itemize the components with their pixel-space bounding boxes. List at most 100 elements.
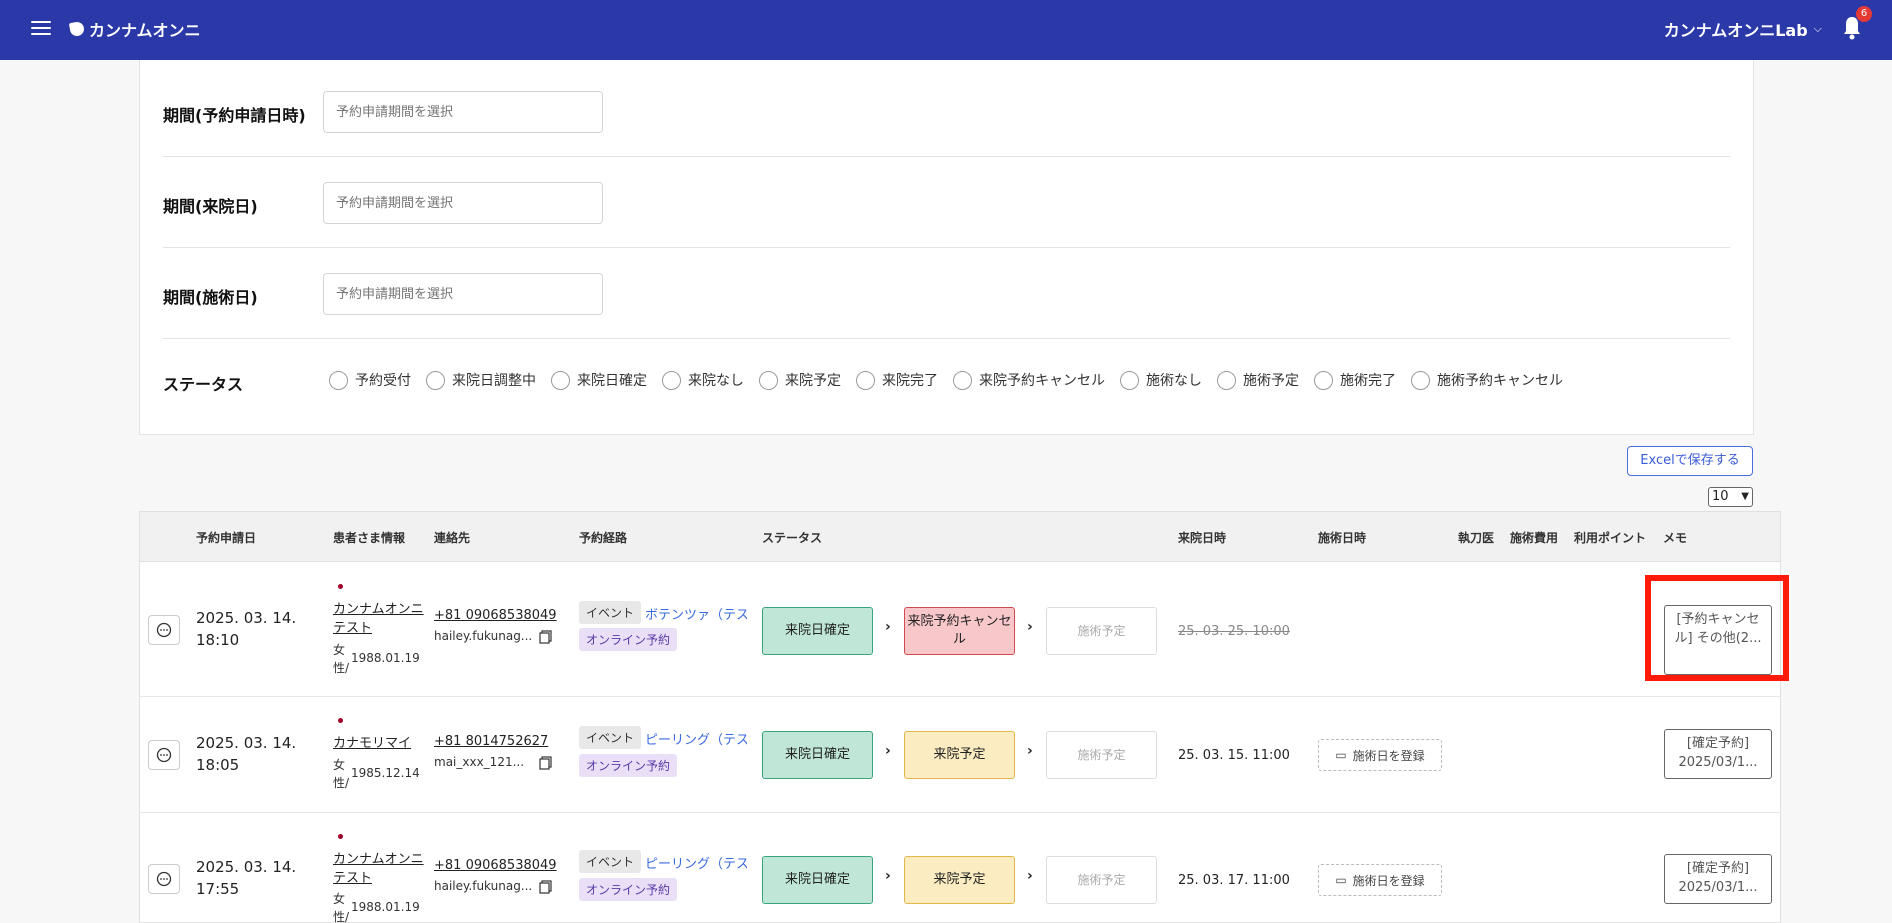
phone-link[interactable]: +81 09068538049 [434,608,557,623]
column-header: 利用ポイント [1574,531,1647,545]
status-option[interactable]: 来院完了 [856,370,938,390]
radio-button[interactable] [662,370,681,390]
app-logo[interactable]: カンナムオンニ [68,17,201,41]
status-visit-scheduled[interactable]: 来院予定 [904,856,1015,904]
status-visit-scheduled[interactable]: 来院予定 [904,731,1015,779]
status-option-label: 来院なし [688,373,744,389]
status-option[interactable]: 来院日確定 [551,370,647,390]
radio-button[interactable] [759,370,778,390]
register-treatment-date-button[interactable]: ▭ 施術日を登録 [1318,864,1442,896]
status-treatment-scheduled[interactable]: 施術予定 [1046,856,1157,904]
radio-button[interactable] [953,370,972,390]
route-link[interactable]: ピーリング（テスト [645,729,747,748]
chat-icon[interactable] [148,864,180,894]
status-option[interactable]: 施術予約キャンセル [1411,370,1563,390]
status-option[interactable]: 来院日調整中 [426,370,536,390]
column-header: 連絡先 [434,531,471,545]
radio-button[interactable] [856,370,875,390]
table-row: 2025. 03. 14. 17:55 カンナムオンニテスト 女性/ 1988.0… [140,813,1780,923]
column-header: 患者さま情報 [333,531,406,545]
register-treatment-date-button[interactable]: ▭ 施術日を登録 [1318,739,1442,771]
status-treatment-scheduled[interactable]: 施術予定 [1046,607,1157,655]
radio-button[interactable] [551,370,570,390]
status-option[interactable]: 施術予定 [1217,370,1299,390]
request-date: 2025. 03. 14. 17:55 [196,856,306,900]
status-option[interactable]: 来院予定 [759,370,841,390]
filter-row-treatment-period: 期間(施術日) [163,247,1730,339]
menu-icon[interactable] [31,18,51,36]
patient-sex: 女性/ [333,643,350,675]
reservation-table: 予約申請日 患者さま情報 連絡先 予約経路 ステータス 来院日時 施術日時 執刀… [139,511,1781,923]
column-header: 施術日時 [1318,531,1367,545]
status-visit-confirmed[interactable]: 来院日確定 [762,856,873,904]
treatment-period-input[interactable] [323,273,603,315]
page-size-select[interactable]: 10 ▼ [1708,487,1753,507]
copy-icon[interactable] [539,756,552,770]
patient-name-link[interactable]: カナモリマイ [333,734,428,753]
event-tag: イベント [579,850,642,873]
chevron-right-icon: › [1027,743,1033,759]
status-dot [338,834,343,839]
request-period-input[interactable] [323,91,603,133]
status-option[interactable]: 来院なし [662,370,744,390]
patient-name-link[interactable]: カンナムオンニテスト [333,850,428,888]
top-bar: カンナムオンニ カンナムオンニLab ⌵ 6 [0,0,1892,60]
status-option-label: 施術予約キャンセル [1437,373,1563,389]
visit-datetime: 25. 03. 17. 11:00 [1178,873,1290,888]
patient-birthdate: 1988.01.19 [351,651,420,665]
route-link[interactable]: ピーリング（テスト [645,853,747,872]
phone-link[interactable]: +81 09068538049 [434,858,557,873]
radio-button[interactable] [1120,370,1139,390]
chat-icon[interactable] [148,740,180,770]
radio-button[interactable] [1411,370,1430,390]
patient-name-link[interactable]: カンナムオンニテスト [333,600,428,638]
status-option[interactable]: 施術なし [1120,370,1202,390]
memo-button[interactable]: [確定予約] 2025/03/1... [1664,729,1772,779]
status-option-label: 来院日確定 [577,373,647,389]
request-date-line: 2025. 03. 14. [196,858,297,876]
status-option[interactable]: 施術完了 [1314,370,1396,390]
status-option[interactable]: 来院予約キャンセル [953,370,1105,390]
status-filter-label: ステータス [163,375,244,394]
copy-icon[interactable] [539,630,552,644]
status-visit-confirmed[interactable]: 来院日確定 [762,607,873,655]
radio-button[interactable] [1217,370,1236,390]
status-option-label: 来院日調整中 [452,373,536,389]
filter-row-visit-period: 期間(来院日) [163,156,1730,248]
event-tag: イベント [579,601,642,624]
column-header: 予約経路 [579,531,628,545]
status-dot [338,718,343,723]
online-reservation-tag: オンライン予約 [579,628,678,651]
copy-icon[interactable] [539,880,552,894]
memo-button[interactable]: [確定予約] 2025/03/1... [1664,854,1772,904]
online-reservation-tag: オンライン予約 [579,878,678,901]
memo-button[interactable]: [予約キャンセル] その他(2... [1664,605,1772,675]
radio-button[interactable] [329,370,348,390]
phone-link[interactable]: +81 8014752627 [434,734,548,749]
email-text: hailey.fukunag... [434,629,533,643]
chat-icon[interactable] [148,615,180,645]
chevron-down-icon: ▼ [1741,491,1749,502]
account-menu[interactable]: カンナムオンニLab ⌵ [1664,17,1822,41]
radio-button[interactable] [426,370,445,390]
notification-count-badge: 6 [1856,6,1872,22]
route-link[interactable]: ボテンツァ（テスト [645,604,747,623]
online-reservation-tag: オンライン予約 [579,754,678,777]
column-header: ステータス [762,531,823,545]
visit-period-input[interactable] [323,182,603,224]
status-treatment-scheduled[interactable]: 施術予定 [1046,731,1157,779]
patient-sex: 女性/ [333,758,350,790]
status-option[interactable]: 予約受付 [329,370,411,390]
status-visit-confirmed[interactable]: 来院日確定 [762,731,873,779]
notification-bell-icon[interactable]: 6 [1842,6,1872,40]
excel-export-button[interactable]: Excelで保存する [1627,446,1753,476]
filter-label: 期間(予約申請日時) [163,106,306,125]
status-visit-cancelled[interactable]: 来院予約キャンセル [904,607,1015,655]
table-row: 2025. 03. 14. 18:05 カナモリマイ 女性/ 1985.12.14… [140,697,1780,813]
visit-datetime: 25. 03. 25. 10:00 [1178,624,1290,639]
radio-button[interactable] [1314,370,1333,390]
table-header: 予約申請日 患者さま情報 連絡先 予約経路 ステータス 来院日時 施術日時 執刀… [140,512,1780,562]
request-time-line: 17:55 [196,880,240,898]
column-header: メモ [1663,531,1688,545]
request-date: 2025. 03. 14. 18:05 [196,732,306,776]
